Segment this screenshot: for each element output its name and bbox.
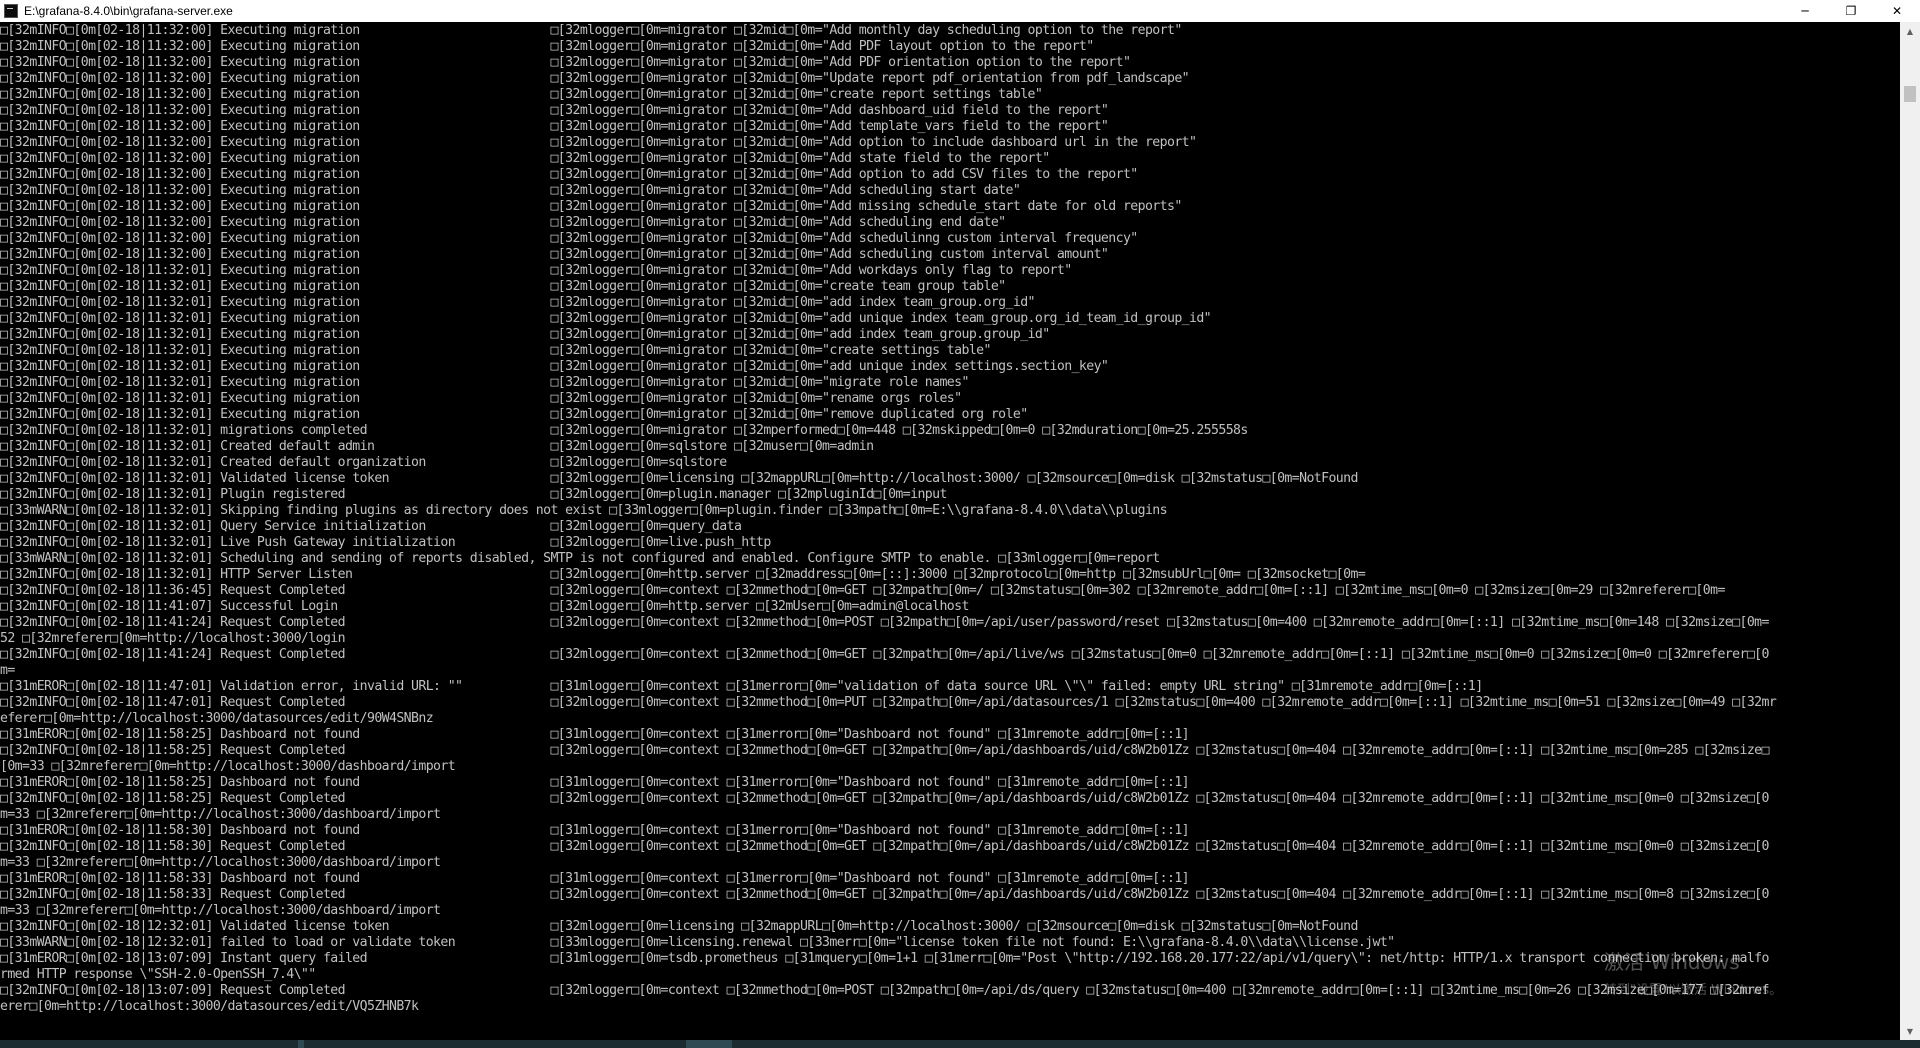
taskbar-item[interactable] — [686, 1040, 732, 1048]
taskbar — [0, 1040, 1920, 1048]
console-line: □[32mINFO□[0m[02-18|11:32:01] Executing … — [0, 407, 1028, 422]
console-line: □[31mEROR□[0m[02-18|11:58:33] Dashboard … — [0, 871, 1190, 886]
console-line: □[32mINFO□[0m[02-18|11:32:01] Executing … — [0, 327, 1050, 342]
console-line: □[32mINFO□[0m[02-18|12:32:01] Validated … — [0, 919, 1358, 934]
console-line: □[31mEROR□[0m[02-18|11:58:25] Dashboard … — [0, 775, 1190, 790]
console-line: □[32mINFO□[0m[02-18|11:32:01] Executing … — [0, 263, 1072, 278]
console-line: m=33 □[32mreferer□[0m=http://localhost:3… — [0, 807, 441, 822]
console-line: □[32mINFO□[0m[02-18|11:32:01] Created de… — [0, 455, 727, 470]
console-line: □[32mINFO□[0m[02-18|11:32:00] Executing … — [0, 183, 1021, 198]
console-line: □[32mINFO□[0m[02-18|11:36:45] Request Co… — [0, 583, 1725, 598]
console-line: □[32mINFO□[0m[02-18|11:32:01] Live Push … — [0, 535, 771, 550]
console-line: □[32mINFO□[0m[02-18|11:32:00] Executing … — [0, 55, 1131, 70]
console-line: 52 □[32mreferer□[0m=http://localhost:300… — [0, 631, 346, 646]
console-line: □[32mINFO□[0m[02-18|11:32:00] Executing … — [0, 199, 1182, 214]
console-lines: □[32mINFO□[0m[02-18|11:32:00] Executing … — [0, 23, 1777, 1015]
console-line: m=33 □[32mreferer□[0m=http://localhost:3… — [0, 903, 441, 918]
taskbar-item[interactable] — [298, 1040, 304, 1048]
console-line: □[32mINFO□[0m[02-18|11:58:30] Request Co… — [0, 839, 1769, 854]
close-button[interactable]: ✕ — [1874, 0, 1920, 22]
console-line: □[32mINFO□[0m[02-18|11:41:07] Successful… — [0, 599, 969, 614]
console-line: □[32mINFO□[0m[02-18|11:32:01] Plugin reg… — [0, 487, 947, 502]
console-line: □[32mINFO□[0m[02-18|11:32:01] migrations… — [0, 423, 1248, 438]
console-line: eferer□[0m=http://localhost:3000/datasou… — [0, 711, 434, 726]
console-line: □[32mINFO□[0m[02-18|11:32:00] Executing … — [0, 231, 1138, 246]
console-line: □[32mINFO□[0m[02-18|11:58:25] Request Co… — [0, 791, 1769, 806]
console-line: □[32mINFO□[0m[02-18|11:32:00] Executing … — [0, 247, 1109, 262]
console-line: □[32mINFO□[0m[02-18|11:32:01] Executing … — [0, 375, 969, 390]
title-bar: E:\grafana-8.4.0\bin\grafana-server.exe … — [0, 0, 1920, 22]
console-line: □[31mEROR□[0m[02-18|11:58:25] Dashboard … — [0, 727, 1190, 742]
console-line: □[32mINFO□[0m[02-18|11:32:01] Validated … — [0, 471, 1358, 486]
console-app-icon — [4, 4, 18, 18]
console-line: □[32mINFO□[0m[02-18|11:32:01] Executing … — [0, 279, 1006, 294]
console-line: m= — [0, 663, 15, 678]
console-line: m=33 □[32mreferer□[0m=http://localhost:3… — [0, 855, 441, 870]
console-line: □[32mINFO□[0m[02-18|11:32:00] Executing … — [0, 39, 1094, 54]
vertical-scrollbar[interactable]: ▲ ▼ — [1900, 22, 1920, 1040]
console-line: □[33mWARN□[0m[02-18|11:32:01] Skipping f… — [0, 503, 1168, 518]
scroll-up-arrow-icon[interactable]: ▲ — [1900, 22, 1920, 40]
console-line: □[33mWARN□[0m[02-18|12:32:01] failed to … — [0, 935, 1395, 950]
window-title: E:\grafana-8.4.0\bin\grafana-server.exe — [24, 4, 233, 18]
console-line: □[32mINFO□[0m[02-18|11:32:00] Executing … — [0, 151, 1050, 166]
console-line: erer□[0m=http://localhost:3000/datasourc… — [0, 999, 419, 1014]
console-line: □[32mINFO□[0m[02-18|11:32:00] Executing … — [0, 119, 1109, 134]
maximize-button[interactable]: ❐ — [1828, 0, 1874, 22]
console-line: □[32mINFO□[0m[02-18|11:47:01] Request Co… — [0, 695, 1777, 710]
console-output[interactable]: □[32mINFO□[0m[02-18|11:32:00] Executing … — [0, 22, 1900, 1040]
console-line: □[32mINFO□[0m[02-18|11:58:33] Request Co… — [0, 887, 1769, 902]
console-line: □[32mINFO□[0m[02-18|11:41:24] Request Co… — [0, 615, 1769, 630]
console-line: □[32mINFO□[0m[02-18|11:32:00] Executing … — [0, 103, 1109, 118]
console-line: □[32mINFO□[0m[02-18|11:32:01] Executing … — [0, 343, 991, 358]
console-line: □[32mINFO□[0m[02-18|11:58:25] Request Co… — [0, 743, 1769, 758]
console-line: □[31mEROR□[0m[02-18|11:58:30] Dashboard … — [0, 823, 1190, 838]
console-line: rmed HTTP response \"SSH-2.0-OpenSSH_7.4… — [0, 967, 316, 982]
console-line: □[32mINFO□[0m[02-18|11:41:24] Request Co… — [0, 647, 1769, 662]
console-line: [0m=33 □[32mreferer□[0m=http://localhost… — [0, 759, 456, 774]
console-line: □[31mEROR□[0m[02-18|13:07:09] Instant qu… — [0, 951, 1769, 966]
console-line: □[32mINFO□[0m[02-18|11:32:00] Executing … — [0, 23, 1182, 38]
scrollbar-thumb[interactable] — [1904, 86, 1916, 102]
window-controls: ─ ❐ ✕ — [1782, 0, 1920, 22]
console-line: □[32mINFO□[0m[02-18|11:32:01] Executing … — [0, 311, 1212, 326]
minimize-button[interactable]: ─ — [1782, 0, 1828, 22]
console-line: □[31mEROR□[0m[02-18|11:47:01] Validation… — [0, 679, 1483, 694]
console-line: □[32mINFO□[0m[02-18|11:32:00] Executing … — [0, 167, 1138, 182]
console-line: □[32mINFO□[0m[02-18|11:32:01] Created de… — [0, 439, 874, 454]
console-line: □[32mINFO□[0m[02-18|11:32:01] Executing … — [0, 359, 1109, 374]
console-line: □[32mINFO□[0m[02-18|11:32:00] Executing … — [0, 135, 1197, 150]
console-line: □[32mINFO□[0m[02-18|11:32:01] HTTP Serve… — [0, 567, 1366, 582]
console-line: □[32mINFO□[0m[02-18|11:32:00] Executing … — [0, 87, 1043, 102]
console-line: □[32mINFO□[0m[02-18|11:32:01] Query Serv… — [0, 519, 742, 534]
console-line: □[32mINFO□[0m[02-18|11:32:00] Executing … — [0, 71, 1190, 86]
console-line: □[32mINFO□[0m[02-18|11:32:01] Executing … — [0, 295, 1035, 310]
console-line: □[32mINFO□[0m[02-18|11:32:01] Executing … — [0, 391, 962, 406]
console-line: □[32mINFO□[0m[02-18|13:07:09] Request Co… — [0, 983, 1769, 998]
scroll-down-arrow-icon[interactable]: ▼ — [1900, 1022, 1920, 1040]
console-line: □[33mWARN□[0m[02-18|11:32:01] Scheduling… — [0, 551, 1160, 566]
console-line: □[32mINFO□[0m[02-18|11:32:00] Executing … — [0, 215, 1006, 230]
